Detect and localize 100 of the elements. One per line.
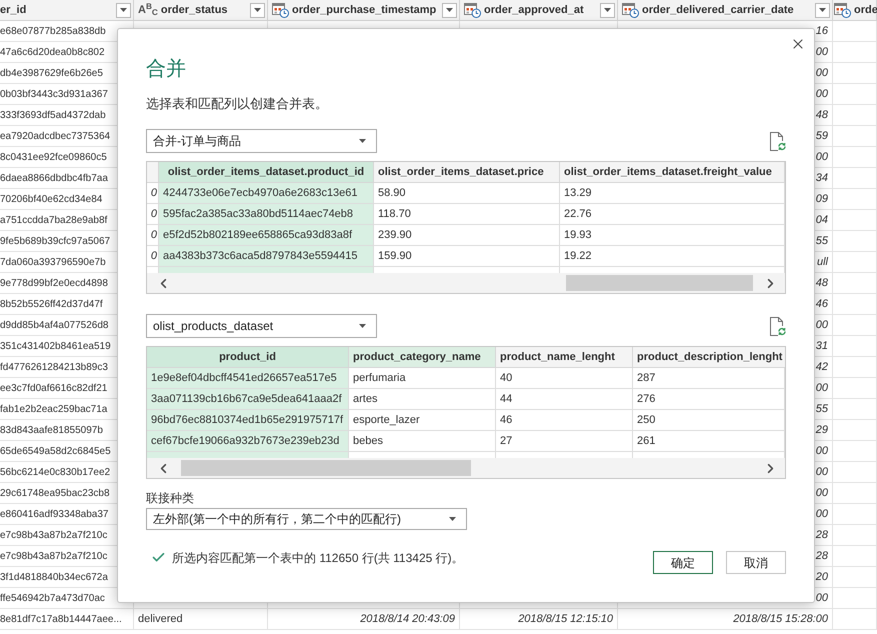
cell-text: 8e81df7c17a8b14447aee... bbox=[0, 612, 122, 626]
column-header[interactable]: product_name_lenght bbox=[496, 347, 633, 367]
table-cell: bebes bbox=[349, 431, 496, 452]
table-cell: e5f2d52b802189ee658865ca93d83a8f bbox=[159, 225, 374, 246]
filter-dropdown-button[interactable] bbox=[442, 2, 457, 18]
cell-text: 2018/8/14 20:43:09 bbox=[360, 612, 455, 627]
cell-text: 56bc6214e0c830b17ee2 bbox=[0, 466, 110, 480]
cell-text: 55 bbox=[816, 402, 828, 417]
cell-text: 2018/8/15 15:28:00 bbox=[733, 612, 828, 627]
table-cell: 19.93 bbox=[560, 225, 785, 246]
document-refresh-icon[interactable] bbox=[769, 132, 786, 150]
cell-text: 00 bbox=[816, 380, 828, 396]
table-cell: 3aa071139cb16b67ca9e5dea641aaa2f bbox=[147, 389, 349, 410]
cell-text: 00 bbox=[816, 318, 828, 333]
table-cell: 239.90 bbox=[374, 225, 560, 246]
cell-text: a751ccdda7ba28e9ab8f bbox=[0, 214, 108, 228]
cancel-button[interactable]: 取消 bbox=[726, 551, 786, 574]
table-cell: 250 bbox=[633, 410, 785, 431]
cell-text: 00 bbox=[816, 44, 828, 60]
table-cell: 13.29 bbox=[560, 183, 785, 204]
cell-text: 48 bbox=[816, 276, 828, 291]
cell-text: 2018/8/15 12:15:10 bbox=[518, 612, 613, 627]
dialog-description: 选择表和匹配列以创建合并表。 bbox=[146, 95, 328, 113]
table-cell: 58.90 bbox=[374, 183, 560, 204]
cell-text: ee3c7fd0af6616c82df21 bbox=[0, 382, 108, 396]
cell-text: e7c98b43a87b2a7f210c bbox=[0, 550, 108, 564]
cell-text: 65de6549a58d2c6845e5 bbox=[0, 444, 111, 458]
column-header[interactable]: olist_order_items_dataset.price bbox=[374, 162, 560, 182]
cell-text: 00 bbox=[816, 66, 828, 81]
ok-button[interactable]: 确定 bbox=[653, 551, 713, 574]
table-cell: perfumaria bbox=[349, 368, 496, 389]
cell-text: 9fe5b689b39cfc97a5067 bbox=[0, 234, 110, 248]
document-refresh-icon[interactable] bbox=[769, 316, 786, 336]
scrollbar-thumb[interactable] bbox=[181, 460, 471, 476]
column-header[interactable]: olist_order_items_dataset.product_id bbox=[159, 162, 374, 182]
table-cell: 44 bbox=[496, 389, 633, 410]
caret-down-icon bbox=[604, 8, 611, 12]
cell-text: 04 bbox=[816, 212, 828, 228]
cell-text: 28 bbox=[816, 528, 828, 543]
cell-text: 55 bbox=[816, 234, 828, 249]
cell-text: 0b03bf3443c3d931a367 bbox=[0, 88, 108, 102]
table-cell: 19.22 bbox=[560, 246, 785, 267]
cell-text: ea7920adcdbec7375364 bbox=[0, 130, 110, 144]
cell-text: e860416adf93348aba37 bbox=[0, 508, 108, 522]
dialog-title: 合并 bbox=[146, 57, 186, 82]
cell-text: 6daea8866dbdbc4fb7aa bbox=[0, 172, 108, 186]
cell-text: 31 bbox=[816, 338, 828, 354]
table-cell: 118.70 bbox=[374, 204, 560, 225]
table-cell: 40 bbox=[496, 368, 633, 389]
cell-text: 83d843aafe81855097b bbox=[0, 424, 103, 438]
cell-text: 70206bf40e62cd34e84 bbox=[0, 192, 102, 206]
caret-down-icon bbox=[359, 324, 366, 328]
cell-text: db4e3987629fe6b26e5 bbox=[0, 66, 103, 80]
column-header[interactable]: product_category_name bbox=[349, 347, 496, 367]
column-header[interactable]: product_id bbox=[147, 347, 349, 367]
table-cell: 261 bbox=[633, 431, 785, 452]
cell-text: 00 bbox=[816, 464, 828, 480]
cell-text: 00 bbox=[816, 86, 828, 102]
column-title: order_delivered_carrier_date bbox=[642, 2, 794, 18]
cell-text: e68e07877b285a838db bbox=[0, 24, 106, 38]
column-header[interactable]: olist_order_items_dataset.freight_value bbox=[560, 162, 785, 182]
column-header[interactable]: product_description_lenght bbox=[633, 347, 785, 367]
cell-text: 34 bbox=[816, 170, 828, 186]
table-cell: 22.76 bbox=[560, 204, 785, 225]
column-title: order_status bbox=[160, 2, 228, 18]
table-cell: 595fac2a385ac33a80bd5114aec74eb8 bbox=[159, 204, 374, 225]
cell-text: ull bbox=[816, 254, 828, 270]
caret-down-icon bbox=[120, 8, 127, 12]
table-cell: 27 bbox=[496, 431, 633, 452]
filter-dropdown-button[interactable] bbox=[250, 2, 265, 18]
table-cell: 287 bbox=[633, 368, 785, 389]
column-title: order_purchase_timestamp bbox=[292, 2, 436, 18]
cell-text: 8c0431ee92fce09860c5 bbox=[0, 150, 107, 164]
table-cell: aa4383b373c6aca5d8797843e5594415 bbox=[159, 246, 374, 267]
table-cell: esporte_lazer bbox=[349, 410, 496, 431]
cell-text: e7c98b43a87b2a7f210c bbox=[0, 528, 108, 542]
join-kind-label: 联接种类 bbox=[146, 490, 194, 506]
filter-dropdown-button[interactable] bbox=[600, 2, 615, 18]
caret-down-icon bbox=[359, 139, 366, 143]
cell-text: 28 bbox=[816, 548, 828, 564]
table-dropdown[interactable]: 合并-订单与商品 bbox=[146, 129, 377, 153]
caret-down-icon bbox=[446, 8, 453, 12]
scrollbar-thumb[interactable] bbox=[566, 275, 753, 291]
caret-down-icon bbox=[254, 8, 261, 12]
table-dropdown[interactable]: olist_products_dataset bbox=[146, 314, 377, 338]
match-status-text: 所选内容匹配第一个表中的 112650 行(共 113425 行)。 bbox=[172, 550, 464, 566]
cell-text: 333f3693df5ad4372dab bbox=[0, 108, 106, 122]
table-cell: 4244733e06e7ecb4970a6e2683c13e61 bbox=[159, 183, 374, 204]
table-cell: cef67bcfe19066a932b7673e239eb23d bbox=[147, 431, 349, 452]
filter-dropdown-button[interactable] bbox=[815, 2, 830, 18]
table-dropdown[interactable]: 左外部(第一个中的所有行，第二个中的匹配行) bbox=[146, 508, 467, 530]
cell-text: 59 bbox=[816, 128, 828, 144]
cell-text: 09 bbox=[816, 192, 828, 207]
table-cell: artes bbox=[349, 389, 496, 410]
cell-text: 00 bbox=[816, 486, 828, 501]
cell-text: 46 bbox=[816, 296, 828, 312]
cell-text: 29c61748ea95bac23cb8 bbox=[0, 486, 110, 500]
filter-dropdown-button[interactable] bbox=[116, 2, 131, 18]
cell-text: 8b52b5526ff42d37d47f bbox=[0, 298, 103, 312]
table-cell: 1e9e8ef04dbcff4541ed26657ea517e5 bbox=[147, 368, 349, 389]
